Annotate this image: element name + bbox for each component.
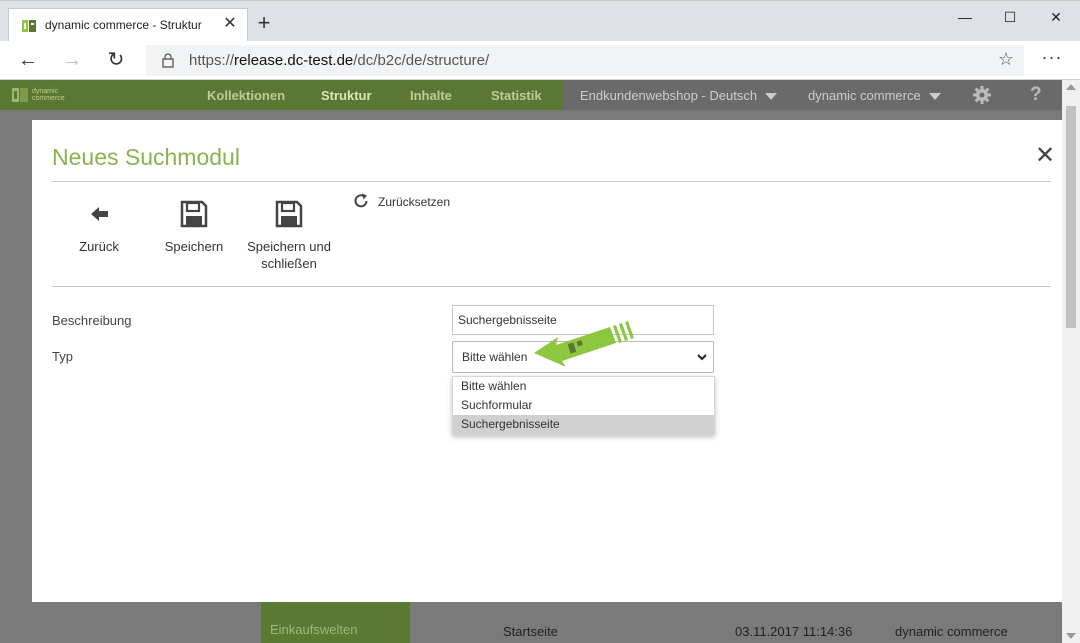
help-icon[interactable]: ? (1030, 84, 1042, 106)
logo-text: dynamic commerce (32, 88, 65, 102)
type-option[interactable]: Suchformular (453, 396, 714, 415)
gear-icon[interactable] (972, 85, 992, 105)
annotation-arrow-icon (534, 321, 634, 366)
divider (52, 286, 1051, 287)
brand-logo[interactable]: dynamic commerce (12, 86, 72, 106)
type-option-highlighted[interactable]: Suchergebnisseite (453, 415, 714, 434)
back-arrow-icon (91, 207, 108, 221)
bg-row-name: Startseite (503, 624, 558, 639)
caret-down-icon (928, 93, 941, 101)
forward-arrow-icon[interactable]: → (60, 49, 84, 73)
nav-item-kollektionen[interactable]: Kollektionen (207, 88, 285, 103)
tab-title: dynamic commerce - Struktur (45, 18, 202, 32)
dc-logo-icon (12, 88, 28, 102)
dialog-title: Neues Suchmodul (52, 144, 240, 170)
back-button[interactable]: Zurück (79, 200, 119, 255)
bg-row-user: dynamic commerce (895, 624, 1008, 639)
favorite-star-icon[interactable]: ☆ (998, 49, 1014, 70)
nav-item-struktur[interactable]: Struktur (321, 88, 372, 103)
caret-down-icon (765, 93, 778, 101)
back-arrow-icon[interactable]: ← (16, 49, 40, 73)
type-label: Typ (52, 349, 73, 364)
floppy-disk-icon (275, 200, 303, 228)
close-icon[interactable]: ✕ (1035, 144, 1055, 168)
nav-item-statistik[interactable]: Statistik (491, 88, 542, 103)
floppy-disk-icon (180, 200, 208, 228)
browser-tab[interactable]: dynamic commerce - Struktur ✕ (8, 8, 248, 42)
type-option[interactable]: Bitte wählen (453, 377, 714, 396)
bg-row-date: 03.11.2017 11:14:36 (735, 624, 853, 639)
type-dropdown-list: Bitte wählen Suchformular Suchergebnisse… (452, 376, 715, 435)
scroll-thumb[interactable] (1066, 106, 1076, 328)
company-select[interactable]: dynamic commerce (808, 88, 941, 103)
nav-item-inhalte[interactable]: Inhalte (410, 88, 452, 103)
maximize-icon[interactable]: ☐ (987, 1, 1033, 33)
url-text: https://release.dc-test.de/dc/b2c/de/str… (189, 52, 490, 69)
scroll-up-icon[interactable] (1066, 84, 1076, 90)
new-tab-icon[interactable]: + (254, 12, 274, 34)
refresh-icon[interactable]: ↻ (104, 49, 128, 73)
lock-icon (162, 53, 174, 68)
minimize-icon[interactable]: — (942, 1, 988, 33)
page-scrollbar[interactable] (1062, 80, 1080, 643)
app-navbar: dynamic commerce Kollektionen Struktur In… (0, 80, 1062, 110)
tab-close-icon[interactable]: ✕ (221, 15, 239, 33)
divider (52, 181, 1051, 182)
browser-tab-bar: dynamic commerce - Struktur ✕ + — ☐ ✕ (0, 0, 1080, 42)
chevron-down-icon (697, 354, 707, 361)
save-button[interactable]: Speichern (164, 200, 224, 255)
new-search-module-dialog: Neues Suchmodul ✕ Zurück Speichern Speic… (32, 120, 1062, 602)
reset-button[interactable]: Zurücksetzen (352, 192, 450, 210)
url-field[interactable]: https://release.dc-test.de/dc/b2c/de/str… (146, 45, 1024, 76)
nav-right-area: Endkundenwebshop - Deutsch dynamic comme… (563, 80, 1062, 110)
shop-select[interactable]: Endkundenwebshop - Deutsch (580, 88, 778, 103)
more-menu-icon[interactable]: ··· (1040, 47, 1064, 68)
dc-favicon-icon (22, 20, 36, 32)
bg-sidebar-label: Einkaufswelten (270, 622, 358, 637)
description-label: Beschreibung (52, 313, 132, 328)
window-close-icon[interactable]: ✕ (1033, 1, 1079, 33)
reset-icon (354, 193, 368, 208)
scroll-down-icon[interactable] (1066, 633, 1076, 639)
address-bar: ← → ↻ https://release.dc-test.de/dc/b2c/… (0, 41, 1080, 80)
save-and-close-button[interactable]: Speichern und schließen (246, 200, 332, 272)
